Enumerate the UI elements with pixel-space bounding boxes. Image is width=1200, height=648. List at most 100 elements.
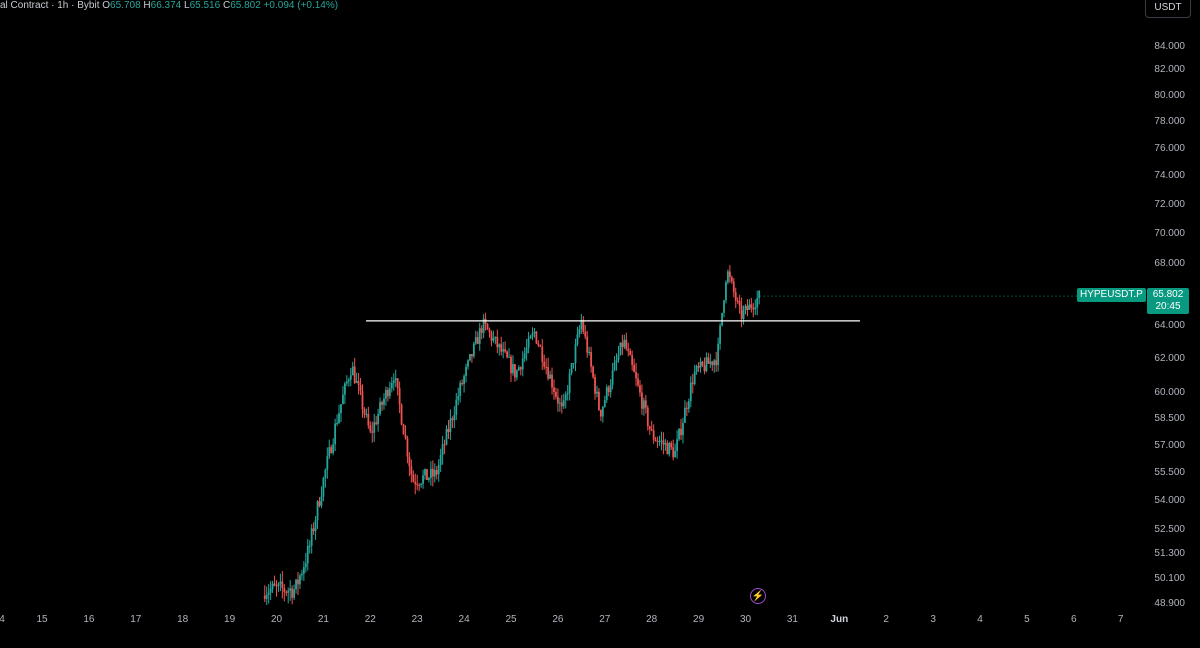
candle-body	[578, 329, 581, 335]
candle-body	[515, 370, 518, 378]
candle-body	[322, 478, 325, 497]
candle-body	[711, 361, 714, 366]
candle-body	[453, 414, 456, 421]
lightning-icon[interactable]: ⚡	[750, 588, 766, 604]
candle-body	[324, 469, 327, 479]
x-tick-label: 15	[36, 614, 48, 625]
candle-body	[410, 466, 413, 475]
candle-body	[373, 422, 376, 433]
candle-body	[455, 399, 458, 415]
candle-body	[599, 409, 602, 417]
candle-body	[648, 426, 651, 430]
candle-body	[596, 391, 598, 394]
last-price: 65.802	[1152, 289, 1184, 300]
candle-body	[420, 483, 423, 486]
candle-body	[650, 429, 653, 431]
candle-body	[668, 442, 671, 455]
candle-body	[429, 468, 432, 478]
candle-body	[478, 328, 481, 344]
candle-body	[447, 428, 450, 433]
x-tick-label: 3	[930, 614, 936, 625]
candle-body	[689, 382, 692, 402]
candle-body	[490, 332, 493, 341]
candle-body	[551, 374, 553, 388]
candle-body	[642, 400, 645, 409]
candle-body	[418, 485, 421, 487]
candle-body	[555, 392, 557, 397]
candle-body	[367, 413, 370, 426]
candle-body	[730, 277, 733, 282]
candle-body	[289, 588, 292, 591]
candle-body	[531, 333, 534, 337]
candle-body	[523, 353, 526, 359]
y-tick-label: 51.300	[1154, 548, 1185, 559]
x-tick-label: 23	[412, 614, 424, 625]
candle-body	[449, 418, 452, 433]
candle-body	[351, 366, 354, 376]
candle-body	[748, 304, 751, 310]
candle-body	[533, 331, 536, 334]
candle-body	[734, 292, 737, 301]
candle-body	[613, 362, 616, 371]
candle-body	[609, 384, 612, 393]
candle-body	[275, 585, 278, 587]
candle-body	[621, 342, 624, 347]
candle-body	[582, 320, 585, 332]
y-tick-label: 48.900	[1154, 598, 1185, 609]
candle-body	[652, 430, 655, 440]
y-tick-label: 74.000	[1154, 170, 1185, 181]
candle-body	[547, 366, 550, 379]
candle-body	[361, 391, 364, 410]
candle-body	[363, 409, 366, 415]
candle-body	[527, 338, 530, 348]
candle-body	[512, 364, 514, 374]
candle-body	[709, 361, 712, 364]
candle-body	[414, 481, 417, 485]
candle-body	[488, 329, 491, 333]
candle-body	[670, 442, 673, 448]
bar-countdown: 20:45	[1155, 301, 1181, 312]
candle-body	[347, 379, 350, 382]
x-tick-label: 19	[224, 614, 236, 625]
candle-body	[318, 501, 321, 506]
candle-body	[658, 440, 661, 442]
x-tick-label: 29	[693, 614, 705, 625]
candle-body	[541, 346, 544, 362]
candle-body	[265, 594, 268, 599]
candle-body	[388, 388, 391, 397]
x-tick-label: 7	[1118, 614, 1124, 625]
candle-body	[371, 431, 374, 433]
candle-body	[345, 381, 348, 384]
candle-body	[654, 439, 657, 441]
candle-body	[633, 364, 636, 373]
candle-body	[277, 583, 280, 587]
candle-body	[441, 444, 444, 456]
candle-body	[723, 300, 725, 313]
candle-body	[666, 443, 669, 455]
candle-body	[707, 357, 710, 364]
candle-body	[514, 364, 516, 378]
y-tick-label: 76.000	[1154, 143, 1185, 154]
candle-body	[699, 361, 702, 368]
candle-body	[732, 281, 735, 293]
candle-body	[537, 343, 540, 346]
candle-body	[390, 383, 393, 389]
x-tick-label: 17	[130, 614, 142, 625]
y-tick-label: 55.500	[1154, 467, 1185, 478]
x-tick-label: 20	[271, 614, 283, 625]
candle-body	[535, 331, 538, 344]
candle-body	[293, 589, 295, 598]
candle-body	[445, 428, 448, 445]
candle-body	[297, 579, 299, 585]
x-tick-label: 21	[318, 614, 330, 625]
candle-body	[717, 343, 720, 366]
candle-body	[607, 387, 610, 393]
candle-body	[416, 484, 419, 486]
candle-body	[568, 373, 571, 393]
candlestick-chart[interactable]: 84.000 82.000 80.000 78.000 76.000 74.000 72.0…	[0, 0, 1200, 648]
y-tick-label: 78.000	[1154, 116, 1185, 127]
candle-body	[752, 307, 755, 310]
candle-body	[754, 307, 757, 310]
candle-body	[693, 371, 696, 385]
candle-body	[400, 404, 403, 425]
